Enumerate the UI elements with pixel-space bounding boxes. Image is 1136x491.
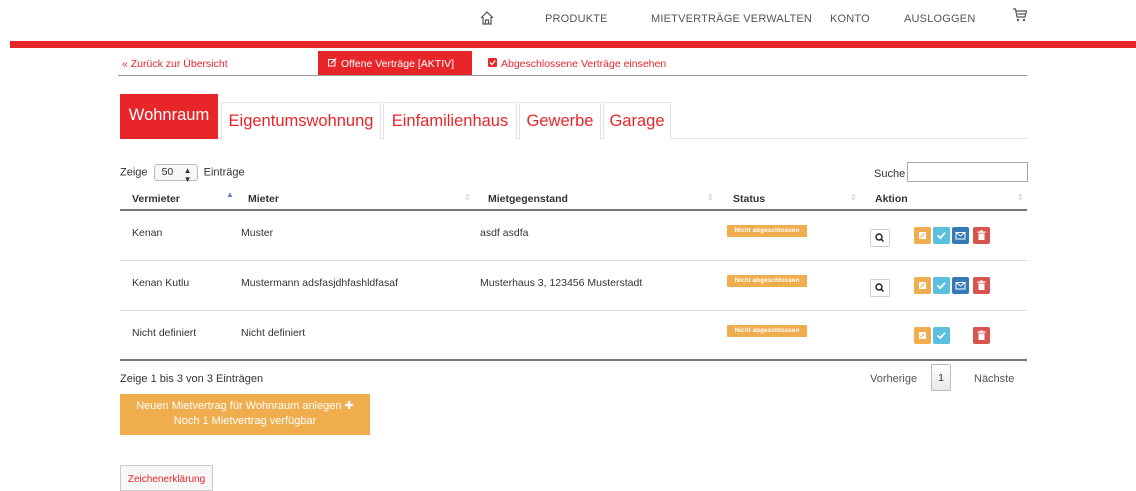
cell-mieter: Muster bbox=[241, 227, 274, 239]
tab-garage[interactable]: Garage bbox=[603, 102, 671, 139]
view-button[interactable] bbox=[870, 229, 890, 247]
check-icon bbox=[936, 282, 946, 290]
tab-gewerbe[interactable]: Gewerbe bbox=[519, 102, 601, 139]
tab-open-contracts[interactable]: Offene Verträge [AKTIV] bbox=[318, 51, 472, 75]
cell-vermieter: Nicht definiert bbox=[132, 327, 197, 339]
delete-button[interactable] bbox=[973, 277, 990, 294]
sort-icon[interactable]: ⇕ bbox=[850, 193, 857, 202]
back-link[interactable]: « Zurück zur Übersicht bbox=[122, 58, 228, 70]
delete-button[interactable] bbox=[973, 227, 990, 244]
nav-item-konto[interactable]: KONTO bbox=[830, 13, 870, 25]
tab-open-contracts-label: Offene Verträge [AKTIV] bbox=[341, 58, 455, 70]
check-icon bbox=[936, 232, 946, 240]
search-input[interactable] bbox=[907, 162, 1028, 182]
nav-item-ausloggen[interactable]: AUSLOGGEN bbox=[904, 13, 976, 25]
sort-icon[interactable]: ⇕ bbox=[707, 193, 714, 202]
trash-icon bbox=[977, 280, 986, 290]
tab-closed-contracts-label: Abgeschlossene Verträge einsehen bbox=[501, 58, 667, 70]
edit-button[interactable] bbox=[914, 227, 931, 244]
mail-button[interactable] bbox=[952, 227, 969, 244]
col-vermieter[interactable]: Vermieter bbox=[132, 193, 180, 205]
edit-icon bbox=[919, 332, 926, 339]
legend-button[interactable]: Zeichenerklärung bbox=[120, 465, 213, 491]
search-icon bbox=[875, 283, 885, 293]
checkbox-icon bbox=[488, 58, 497, 70]
trash-icon bbox=[977, 330, 986, 340]
edit-icon bbox=[328, 58, 337, 70]
plus-icon: ✚ bbox=[344, 400, 354, 412]
confirm-button[interactable] bbox=[933, 227, 950, 244]
edit-icon bbox=[919, 282, 926, 289]
col-mietgegenstand[interactable]: Mietgegenstand bbox=[488, 193, 568, 205]
top-navigation: PRODUKTE MIETVERTRÄGE VERWALTEN KONTO AU… bbox=[0, 0, 1136, 38]
new-contract-label: Neuen Mietvertrag für Wohnraum anlegen bbox=[136, 400, 342, 412]
status-badge: Nicht abgeschlossen bbox=[727, 275, 807, 287]
check-icon bbox=[936, 332, 946, 340]
table-row: Nicht definiert Nicht definiert Nicht ab… bbox=[120, 311, 1027, 361]
cell-mieter: Nicht definiert bbox=[241, 327, 306, 339]
mail-button[interactable] bbox=[952, 277, 969, 294]
cell-mieter: Mustermann adsfasjdhfashldfasaf bbox=[241, 277, 399, 289]
new-contract-button[interactable]: Neuen Mietvertrag für Wohnraum anlegen ✚… bbox=[120, 394, 370, 435]
table-row: Kenan Muster asdf asdfa Nicht abgeschlos… bbox=[120, 211, 1027, 261]
category-tabs: Wohnraum Eigentumswohnung Einfamilienhau… bbox=[120, 94, 1027, 139]
pagination-previous[interactable]: Vorherige bbox=[870, 373, 917, 385]
entries-select[interactable]: 50 ▲ ▼ bbox=[153, 164, 198, 184]
contracts-available-label: Noch 1 Mietvertrag verfügbar bbox=[173, 415, 317, 427]
length-prefix: Zeige bbox=[120, 166, 148, 179]
cell-vermieter: Kenan Kutlu bbox=[132, 277, 190, 289]
tab-closed-contracts[interactable]: Abgeschlossene Verträge einsehen bbox=[488, 58, 666, 70]
entries-select-value: 50 bbox=[161, 166, 174, 178]
col-status[interactable]: Status bbox=[733, 193, 765, 205]
delete-button[interactable] bbox=[973, 327, 990, 344]
sort-icon[interactable]: ⇕ bbox=[1017, 193, 1024, 202]
accent-bar bbox=[10, 41, 1136, 48]
cell-mietgegenstand: asdf asdfa bbox=[480, 227, 529, 239]
table-info: Zeige 1 bis 3 von 3 Einträgen bbox=[120, 373, 264, 385]
trash-icon bbox=[977, 230, 986, 240]
confirm-button[interactable] bbox=[933, 277, 950, 294]
edit-icon bbox=[919, 232, 926, 239]
length-suffix: Einträge bbox=[203, 166, 245, 179]
nav-item-mietvertraege[interactable]: MIETVERTRÄGE VERWALTEN bbox=[651, 13, 812, 25]
status-badge: Nicht abgeschlossen bbox=[727, 325, 807, 337]
edit-button[interactable] bbox=[914, 277, 931, 294]
cart-icon[interactable] bbox=[1012, 7, 1028, 23]
table-header: Vermieter ▲ Mieter ⇕ Mietgegenstand ⇕ St… bbox=[120, 188, 1027, 211]
status-badge: Nicht abgeschlossen bbox=[727, 225, 807, 237]
search-label: Suche bbox=[874, 168, 906, 180]
tab-einfamilienhaus[interactable]: Einfamilienhaus bbox=[383, 102, 517, 139]
edit-button[interactable] bbox=[914, 327, 931, 344]
sort-icon[interactable]: ⇕ bbox=[464, 193, 471, 202]
table-row: Kenan Kutlu Mustermann adsfasjdhfashldfa… bbox=[120, 261, 1027, 311]
search-icon bbox=[875, 233, 885, 243]
pagination-next[interactable]: Nächste bbox=[974, 373, 1014, 385]
tab-wohnraum[interactable]: Wohnraum bbox=[120, 94, 218, 139]
contracts-table: Vermieter ▲ Mieter ⇕ Mietgegenstand ⇕ St… bbox=[120, 188, 1027, 361]
mail-icon bbox=[955, 282, 966, 290]
cell-mietgegenstand: Musterhaus 3, 123456 Musterstadt bbox=[480, 277, 643, 289]
confirm-button[interactable] bbox=[933, 327, 950, 344]
nav-item-produkte[interactable]: PRODUKTE bbox=[545, 13, 608, 25]
home-icon[interactable] bbox=[479, 10, 495, 26]
pagination-page-1[interactable]: 1 bbox=[931, 364, 951, 391]
col-mieter[interactable]: Mieter bbox=[248, 193, 279, 205]
col-aktion[interactable]: Aktion bbox=[875, 193, 908, 205]
select-arrows-icon: ▲ ▼ bbox=[183, 166, 192, 184]
mail-icon bbox=[955, 232, 966, 240]
contract-subnav: « Zurück zur Übersicht Offene Verträge [… bbox=[118, 51, 1027, 76]
cell-vermieter: Kenan bbox=[132, 227, 163, 239]
view-button[interactable] bbox=[870, 279, 890, 297]
tab-eigentumswohnung[interactable]: Eigentumswohnung bbox=[221, 102, 381, 139]
sort-asc-icon[interactable]: ▲ bbox=[226, 190, 234, 199]
entries-length: Zeige 50 ▲ ▼ Einträge bbox=[120, 164, 245, 184]
